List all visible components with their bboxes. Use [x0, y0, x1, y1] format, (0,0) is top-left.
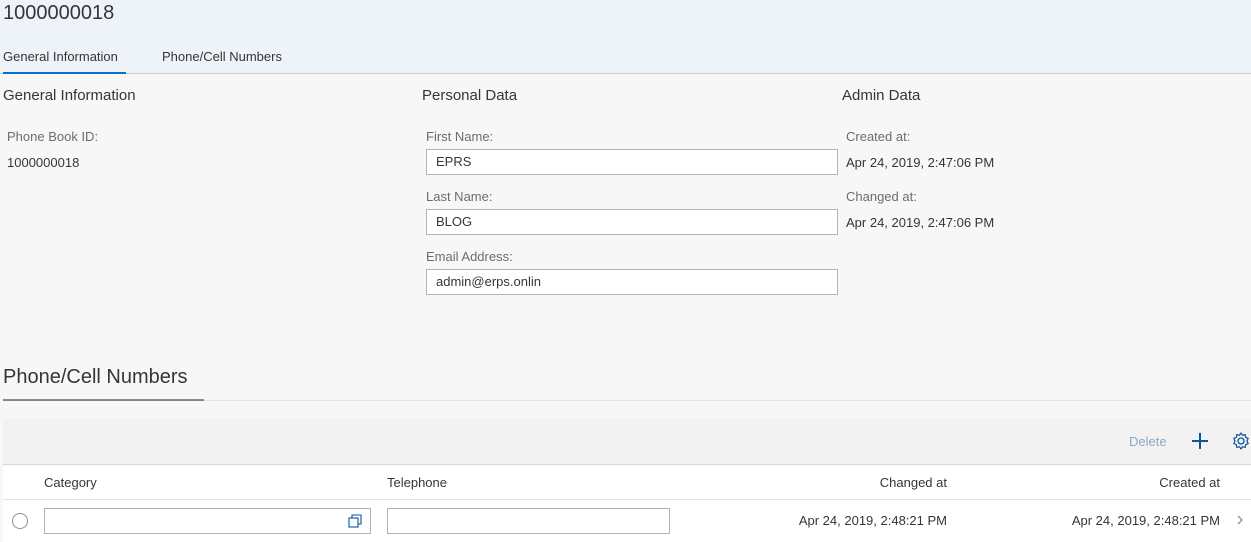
changed-at-value: Apr 24, 2019, 2:47:06 PM	[846, 215, 995, 230]
phone-numbers-section-title: Phone/Cell Numbers	[3, 366, 188, 388]
chevron-right-icon[interactable]	[1235, 512, 1245, 528]
created-at-cell: Apr 24, 2019, 2:48:21 PM	[1071, 513, 1220, 528]
column-changed-at[interactable]: Changed at	[880, 475, 947, 490]
general-information-title: General Information	[3, 87, 136, 104]
email-field[interactable]: admin@erps.onlin	[426, 269, 838, 295]
row-select-radio[interactable]	[12, 513, 28, 529]
email-label: Email Address:	[426, 249, 513, 264]
phone-book-id-value: 1000000018	[7, 155, 80, 170]
created-at-label: Created at:	[846, 129, 911, 144]
created-at-value: Apr 24, 2019, 2:47:06 PM	[846, 155, 995, 170]
first-name-field[interactable]: EPRS	[426, 149, 838, 175]
table-row[interactable]: Apr 24, 2019, 2:48:21 PM Apr 24, 2019, 2…	[3, 500, 1251, 542]
changed-at-label: Changed at:	[846, 189, 917, 204]
phone-book-id-label: Phone Book ID:	[7, 129, 99, 144]
last-name-label: Last Name:	[426, 189, 493, 204]
object-header: 1000000018 General Information Phone/Cel…	[0, 0, 1251, 74]
first-name-label: First Name:	[426, 129, 494, 144]
gear-icon[interactable]	[1231, 431, 1251, 451]
personal-data-title: Personal Data	[422, 87, 518, 104]
column-created-at[interactable]: Created at	[1159, 475, 1220, 490]
column-telephone[interactable]: Telephone	[387, 475, 447, 490]
page-title: 1000000018	[3, 2, 115, 24]
tab-phone-cell-numbers[interactable]: Phone/Cell Numbers	[162, 49, 282, 74]
delete-button[interactable]: Delete	[1129, 434, 1167, 449]
section-title-underline	[3, 399, 204, 401]
tab-general-information[interactable]: General Information	[3, 49, 126, 74]
value-help-icon[interactable]	[348, 514, 362, 528]
table-toolbar: Delete	[3, 419, 1251, 465]
table-column-header: Category Telephone Changed at Created at	[3, 466, 1251, 500]
admin-data-title: Admin Data	[842, 87, 921, 104]
category-input[interactable]	[44, 508, 371, 534]
telephone-input[interactable]	[387, 508, 670, 534]
column-category[interactable]: Category	[44, 475, 97, 490]
last-name-field[interactable]: BLOG	[426, 209, 838, 235]
changed-at-cell: Apr 24, 2019, 2:48:21 PM	[798, 513, 947, 528]
plus-icon[interactable]	[1189, 430, 1211, 452]
